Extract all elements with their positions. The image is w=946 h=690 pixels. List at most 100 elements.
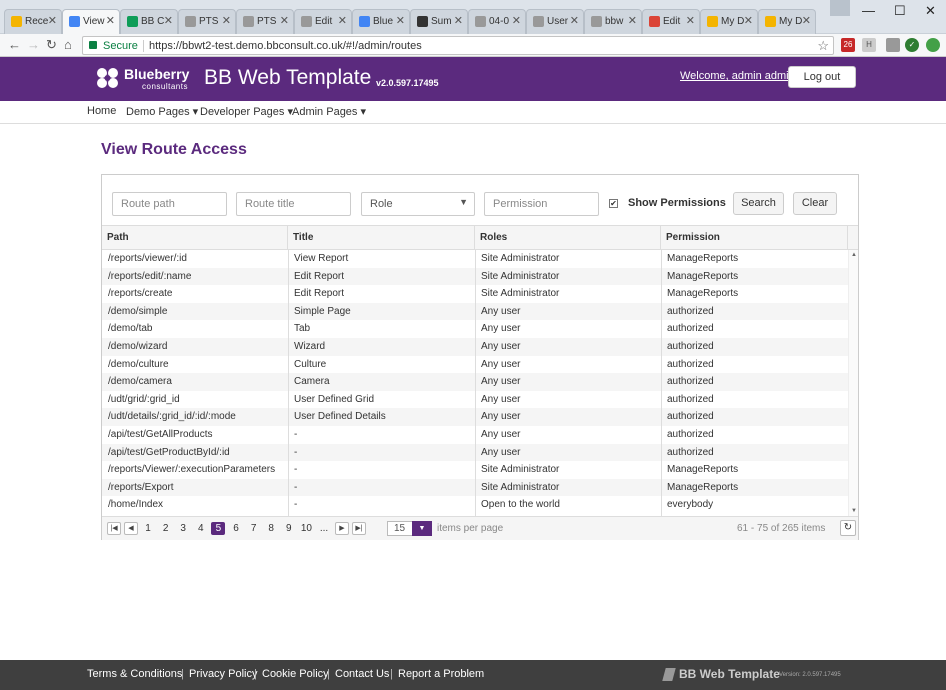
page-number[interactable]: 10 (299, 522, 313, 535)
tab-close-icon[interactable]: ✕ (48, 14, 57, 27)
scroll-up-icon[interactable]: ▲ (851, 252, 857, 258)
url-field[interactable]: Secure https://bbwt2-test.demo.bbconsult… (82, 36, 834, 55)
table-cell: /udt/grid/:grid_id (108, 393, 180, 405)
tab-close-icon[interactable]: ✕ (802, 14, 811, 27)
browser-tab[interactable]: User ✕ (526, 9, 584, 34)
back-icon[interactable]: ← (8, 37, 21, 52)
footer-link-report-problem[interactable]: Report a Problem (398, 668, 484, 680)
browser-tab[interactable]: My D ✕ (700, 9, 758, 34)
search-button[interactable]: Search (733, 192, 784, 215)
table-cell: authorized (667, 446, 714, 458)
browser-tab[interactable]: View ✕ (62, 9, 120, 35)
welcome-link[interactable]: Welcome, admin admin (680, 70, 795, 82)
extension-icon[interactable]: H (862, 38, 876, 52)
browser-tab[interactable]: PTS ✕ (236, 9, 294, 34)
reload-icon[interactable]: ↻ (46, 37, 57, 53)
tab-close-icon[interactable]: ✕ (744, 14, 753, 27)
nav-admin-pages[interactable]: Admin Pages ▾ (292, 105, 366, 118)
profile-icon[interactable] (830, 0, 850, 16)
tab-close-icon[interactable]: ✕ (396, 14, 405, 27)
tab-close-icon[interactable]: ✕ (454, 14, 463, 27)
table-cell: authorized (667, 428, 714, 440)
home-icon[interactable]: ⌂ (64, 37, 72, 52)
page-number[interactable]: 4 (194, 522, 208, 535)
tab-close-icon[interactable]: ✕ (570, 14, 579, 27)
logout-button[interactable]: Log out (788, 66, 856, 88)
tab-close-icon[interactable]: ✕ (338, 14, 347, 27)
table-cell: Any user (481, 376, 521, 388)
browser-tab[interactable]: 04-0 ✕ (468, 9, 526, 34)
tab-label: User (547, 16, 569, 27)
grid-scrollbar[interactable]: ▲ ▼ (848, 250, 858, 516)
show-permissions-checkbox[interactable]: ✔ (609, 199, 618, 208)
route-title-input[interactable]: Route title (236, 192, 351, 216)
column-header-path[interactable]: Path (102, 226, 288, 250)
minimize-icon[interactable]: — (862, 3, 875, 18)
browser-tab[interactable]: BB C ✕ (120, 9, 178, 34)
table-cell: /api/test/GetAllProducts (108, 428, 213, 440)
page-number[interactable]: 3 (176, 522, 190, 535)
table-cell: - (294, 464, 298, 476)
column-header-roles[interactable]: Roles (475, 226, 661, 250)
browser-tab[interactable]: PTS ✕ (178, 9, 236, 34)
tab-close-icon[interactable]: ✕ (686, 14, 695, 27)
maximize-icon[interactable]: ☐ (894, 3, 906, 19)
prev-page-button[interactable]: ◀ (124, 522, 138, 535)
items-per-page-dropdown-icon[interactable]: ▼ (412, 521, 432, 536)
nav-developer-pages[interactable]: Developer Pages ▾ (200, 105, 293, 118)
bookmark-star-icon[interactable]: ☆ (817, 38, 829, 54)
browser-tab[interactable]: Rece ✕ (4, 9, 62, 34)
page-number[interactable]: 2 (159, 522, 173, 535)
last-page-button[interactable]: ▶| (352, 522, 366, 535)
extension-icon[interactable]: 26 (841, 38, 855, 52)
footer-separator: | (181, 668, 184, 680)
tab-close-icon[interactable]: ✕ (512, 14, 521, 27)
extension-icon[interactable] (926, 38, 940, 52)
extension-icon[interactable] (886, 38, 900, 52)
tab-close-icon[interactable]: ✕ (280, 14, 289, 27)
secure-label: Secure (103, 40, 138, 52)
tab-label: Blue (373, 16, 394, 27)
tab-close-icon[interactable]: ✕ (222, 14, 231, 27)
browser-tab[interactable]: bbw ✕ (584, 9, 642, 34)
route-path-input[interactable]: Route path (112, 192, 227, 216)
page-number[interactable]: 5 (211, 522, 226, 535)
route-access-panel: Route path Route title Role ▼ Permission… (101, 174, 859, 540)
page-number[interactable]: 8 (264, 522, 278, 535)
clear-button[interactable]: Clear (793, 192, 837, 215)
footer-link-terms[interactable]: Terms & Conditions (87, 668, 182, 680)
browser-tab[interactable]: Blue ✕ (352, 9, 410, 34)
check-extension-icon[interactable]: ✓ (905, 38, 919, 52)
first-page-button[interactable]: |◀ (107, 522, 121, 535)
next-page-button[interactable]: ▶ (335, 522, 349, 535)
page-number[interactable]: 7 (247, 522, 261, 535)
nav-demo-pages[interactable]: Demo Pages ▾ (126, 105, 198, 118)
nav-home[interactable]: Home (87, 105, 116, 117)
tab-label: BB C (141, 16, 165, 27)
tab-close-icon[interactable]: ✕ (106, 14, 115, 27)
page-number[interactable]: 6 (229, 522, 243, 535)
tab-favicon-icon (765, 16, 776, 27)
close-window-icon[interactable]: ✕ (925, 3, 936, 19)
footer-link-privacy[interactable]: Privacy Policy (189, 668, 257, 680)
footer-link-contact[interactable]: Contact Us (335, 668, 389, 680)
tab-close-icon[interactable]: ✕ (164, 14, 173, 27)
page-number[interactable]: 1 (141, 522, 155, 535)
browser-tab[interactable]: My D ✕ (758, 9, 816, 34)
refresh-icon[interactable]: ↻ (840, 520, 856, 536)
table-cell: /reports/create (108, 288, 173, 300)
column-header-title[interactable]: Title (288, 226, 475, 250)
tab-close-icon[interactable]: ✕ (628, 14, 637, 27)
permission-input[interactable]: Permission (484, 192, 599, 216)
page-number[interactable]: 9 (282, 522, 296, 535)
browser-tab[interactable]: Sum ✕ (410, 9, 468, 34)
page-number[interactable]: ... (317, 522, 331, 535)
scroll-down-icon[interactable]: ▼ (851, 508, 857, 514)
footer-link-cookie[interactable]: Cookie Policy (262, 668, 329, 680)
forward-icon[interactable]: → (27, 37, 40, 52)
browser-tab[interactable]: Edit ✕ (294, 9, 352, 34)
role-select[interactable]: Role ▼ (361, 192, 475, 216)
table-cell: /demo/simple (108, 305, 168, 317)
column-header-permission[interactable]: Permission (661, 226, 848, 250)
browser-tab[interactable]: Edit ✕ (642, 9, 700, 34)
